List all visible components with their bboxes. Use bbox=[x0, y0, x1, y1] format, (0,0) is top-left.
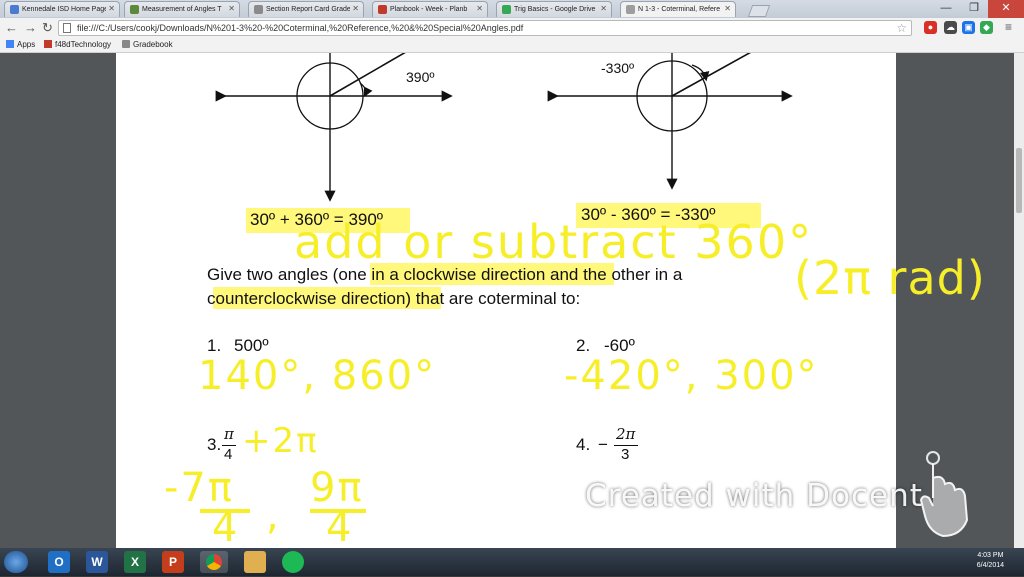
minimize-button[interactable]: — bbox=[932, 0, 960, 18]
powerpoint-taskbar-icon[interactable]: P bbox=[162, 551, 184, 573]
docent-hand-icon bbox=[919, 451, 969, 538]
apps-grid-icon bbox=[6, 40, 14, 48]
bookmark-label: Gradebook bbox=[133, 40, 173, 49]
bookmark-label: f48dTechnology bbox=[55, 40, 112, 49]
favicon-icon bbox=[378, 5, 387, 14]
handwritten-answer-3a-denominator: 4 bbox=[212, 505, 240, 548]
favicon-icon bbox=[254, 5, 263, 14]
start-button[interactable] bbox=[4, 551, 28, 573]
close-tab-icon[interactable]: ✕ bbox=[108, 4, 115, 14]
url-text: file:///C:/Users/cookj/Downloads/N%201-3… bbox=[77, 23, 524, 33]
problem-4-sign: − bbox=[598, 435, 608, 454]
tab-label: Planbook - Week - Planb bbox=[390, 6, 468, 13]
bookmark-technology[interactable]: f48dTechnology bbox=[44, 40, 111, 50]
browser-toolbar: ← → ↻ file:///C:/Users/cookj/Downloads/N… bbox=[0, 18, 1024, 38]
bookmarks-bar: Apps f48dTechnology Gradebook bbox=[0, 38, 1024, 53]
address-bar[interactable]: file:///C:/Users/cookj/Downloads/N%201-3… bbox=[58, 20, 912, 36]
handwritten-answer-1: 140°, 860° bbox=[198, 353, 437, 399]
prompt-line-1: Give two angles (one in a clockwise dire… bbox=[207, 265, 683, 284]
file-explorer-taskbar-icon[interactable] bbox=[244, 551, 266, 573]
close-tab-icon[interactable]: ✕ bbox=[600, 4, 607, 14]
extension-green-icon[interactable]: ◆ bbox=[980, 21, 993, 34]
clock-date: 6/4/2014 bbox=[976, 562, 1004, 569]
outlook-taskbar-icon[interactable]: O bbox=[48, 551, 70, 573]
tab-strip: Kennedale ISD Home Page ✕ Measurement of… bbox=[0, 0, 1024, 18]
favicon-icon bbox=[10, 5, 19, 14]
page-icon bbox=[63, 23, 71, 33]
scrollbar-thumb[interactable] bbox=[1016, 148, 1022, 213]
pdf-page: 390º -330º 30º + 360º = 390º 30º - 360º … bbox=[116, 53, 985, 548]
problem-4-denominator: 3 bbox=[621, 446, 630, 463]
figure-390-label: 390º bbox=[406, 69, 435, 85]
chrome-taskbar-icon[interactable] bbox=[200, 551, 228, 573]
tab-label: Kennedale ISD Home Page bbox=[22, 6, 106, 13]
tab-label: Measurement of Angles T bbox=[142, 6, 222, 13]
handwritten-rule-radians: (2π rad) bbox=[794, 251, 986, 305]
tab-label: Trig Basics - Google Drive bbox=[514, 6, 596, 13]
close-tab-icon[interactable]: ✕ bbox=[228, 4, 235, 14]
close-window-button[interactable]: ✕ bbox=[988, 0, 1024, 18]
tab-coterminal-active[interactable]: N 1-3 - Coterminal, Refere ✕ bbox=[620, 1, 736, 17]
tab-label: Section Report Card Grade bbox=[266, 6, 350, 13]
tab-section-report-card[interactable]: Section Report Card Grade ✕ bbox=[248, 1, 364, 17]
close-tab-icon[interactable]: ✕ bbox=[724, 4, 731, 14]
handwritten-answer-3b-denominator: 4 bbox=[326, 505, 354, 548]
problem-3-denominator: 4 bbox=[224, 446, 233, 463]
maximize-button[interactable]: ❐ bbox=[960, 0, 988, 18]
close-tab-icon[interactable]: ✕ bbox=[476, 4, 483, 14]
problem-3-number: 3. bbox=[207, 435, 222, 454]
pdf-viewer: 390º -330º 30º + 360º = 390º 30º - 360º … bbox=[0, 53, 1024, 548]
tab-kennedale[interactable]: Kennedale ISD Home Page ✕ bbox=[4, 1, 120, 17]
handwritten-rule: add or subtract 360° bbox=[294, 215, 814, 269]
figure-neg330-angle bbox=[547, 53, 793, 190]
excel-taskbar-icon[interactable]: X bbox=[124, 551, 146, 573]
back-arrow-icon[interactable]: ← bbox=[5, 20, 18, 36]
forward-arrow-icon[interactable]: → bbox=[24, 20, 37, 36]
tab-planbook[interactable]: Planbook - Week - Planb ✕ bbox=[372, 1, 488, 17]
word-taskbar-icon[interactable]: W bbox=[86, 551, 108, 573]
prompt-line-2: counterclockwise direction) that are cot… bbox=[207, 289, 581, 308]
tab-measurement-of-angles[interactable]: Measurement of Angles T ✕ bbox=[124, 1, 240, 17]
windows-taskbar: O W X P 4:03 PM 6/4/2014 bbox=[0, 548, 1024, 576]
problem-4-number: 4. bbox=[576, 435, 591, 454]
page-scrollbar[interactable] bbox=[1014, 53, 1024, 548]
bookmark-label: Apps bbox=[17, 40, 36, 49]
handwritten-comma: , bbox=[266, 493, 281, 539]
problem-4-numerator: 2π bbox=[616, 425, 636, 443]
bookmark-gradebook[interactable]: Gradebook bbox=[122, 40, 173, 50]
spotify-taskbar-icon[interactable] bbox=[282, 551, 304, 573]
tab-label: N 1-3 - Coterminal, Refere bbox=[638, 6, 721, 13]
close-tab-icon[interactable]: ✕ bbox=[352, 4, 359, 14]
favicon-icon bbox=[502, 5, 511, 14]
bookmark-favicon-icon bbox=[44, 40, 52, 48]
figure-neg330-label: -330º bbox=[601, 60, 635, 76]
problem-3-numerator: π bbox=[224, 425, 234, 443]
folder-icon bbox=[122, 40, 130, 48]
favicon-icon bbox=[130, 5, 139, 14]
handwritten-work-3: +2π bbox=[242, 421, 319, 461]
new-tab-button[interactable] bbox=[747, 5, 771, 17]
bookmark-star-icon[interactable]: ☆ bbox=[896, 21, 907, 35]
reload-icon[interactable]: ↻ bbox=[42, 20, 53, 36]
bookmark-apps[interactable]: Apps bbox=[6, 40, 35, 50]
menu-icon[interactable]: ≡ bbox=[1002, 21, 1015, 34]
docent-watermark: Created with Docent bbox=[585, 478, 923, 514]
extension-blue-icon[interactable]: ▣ bbox=[962, 21, 975, 34]
clock-time: 4:03 PM bbox=[977, 552, 1004, 559]
system-clock[interactable]: 4:03 PM 6/4/2014 bbox=[977, 551, 1004, 571]
handwritten-answer-2: -420°, 300° bbox=[564, 353, 819, 399]
pdf-favicon-icon bbox=[626, 5, 635, 14]
tab-trig-basics[interactable]: Trig Basics - Google Drive ✕ bbox=[496, 1, 612, 17]
extension-red-icon[interactable]: ● bbox=[924, 21, 937, 34]
extension-cloud-icon[interactable]: ☁ bbox=[944, 21, 957, 34]
